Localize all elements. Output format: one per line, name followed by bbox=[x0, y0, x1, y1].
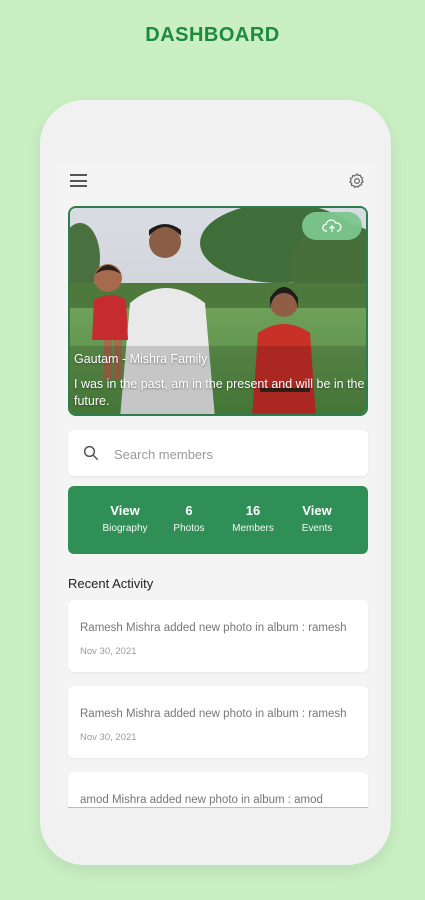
activity-text: Ramesh Mishra added new photo in album :… bbox=[80, 622, 347, 634]
family-name: Gautam - Mishra Family bbox=[74, 352, 208, 366]
activity-text: amod Mishra added new photo in album : a… bbox=[80, 794, 323, 806]
cloud-upload-icon[interactable] bbox=[302, 212, 362, 240]
phone-frame: Gautam - Mishra Family I was in the past… bbox=[40, 100, 391, 865]
family-quote: I was in the past, am in the present and… bbox=[74, 377, 365, 408]
activity-item[interactable]: Ramesh Mishra added new photo in album :… bbox=[68, 600, 368, 672]
activity-date: Nov 30, 2021 bbox=[80, 646, 137, 657]
search-icon bbox=[83, 445, 99, 461]
stat-value: 6 bbox=[185, 503, 193, 518]
stat-members[interactable]: 16 Members bbox=[223, 486, 283, 554]
stat-value: View bbox=[110, 503, 140, 518]
activity-date: Nov 30, 2021 bbox=[80, 732, 137, 743]
screen-title: DASHBOARD bbox=[145, 24, 280, 46]
stat-value: 16 bbox=[245, 503, 261, 518]
family-stats-panel: View Biography 6 Photos 16 Members View … bbox=[68, 486, 368, 554]
stat-biography[interactable]: View Biography bbox=[95, 486, 155, 554]
recent-activity-heading: Recent Activity bbox=[68, 576, 154, 591]
stat-label: Biography bbox=[102, 523, 148, 534]
search-bar[interactable] bbox=[68, 430, 368, 476]
activity-item[interactable]: Ramesh Mishra added new photo in album :… bbox=[68, 686, 368, 758]
family-cover-photo: Gautam - Mishra Family I was in the past… bbox=[68, 206, 368, 416]
stat-value: View bbox=[302, 503, 332, 518]
gear-icon[interactable] bbox=[348, 172, 366, 190]
divider bbox=[68, 807, 368, 808]
stat-events[interactable]: View Events bbox=[287, 486, 347, 554]
hamburger-menu-icon[interactable] bbox=[70, 174, 88, 190]
stat-photos[interactable]: 6 Photos bbox=[159, 486, 219, 554]
search-input[interactable] bbox=[112, 440, 356, 468]
stat-label: Events bbox=[301, 523, 333, 534]
app-screen: Gautam - Mishra Family I was in the past… bbox=[56, 162, 376, 808]
activity-text: Ramesh Mishra added new photo in album :… bbox=[80, 708, 347, 720]
activity-item[interactable]: amod Mishra added new photo in album : a… bbox=[68, 772, 368, 808]
stat-label: Members bbox=[232, 523, 274, 534]
top-app-bar bbox=[56, 162, 376, 202]
stat-label: Photos bbox=[173, 523, 205, 534]
